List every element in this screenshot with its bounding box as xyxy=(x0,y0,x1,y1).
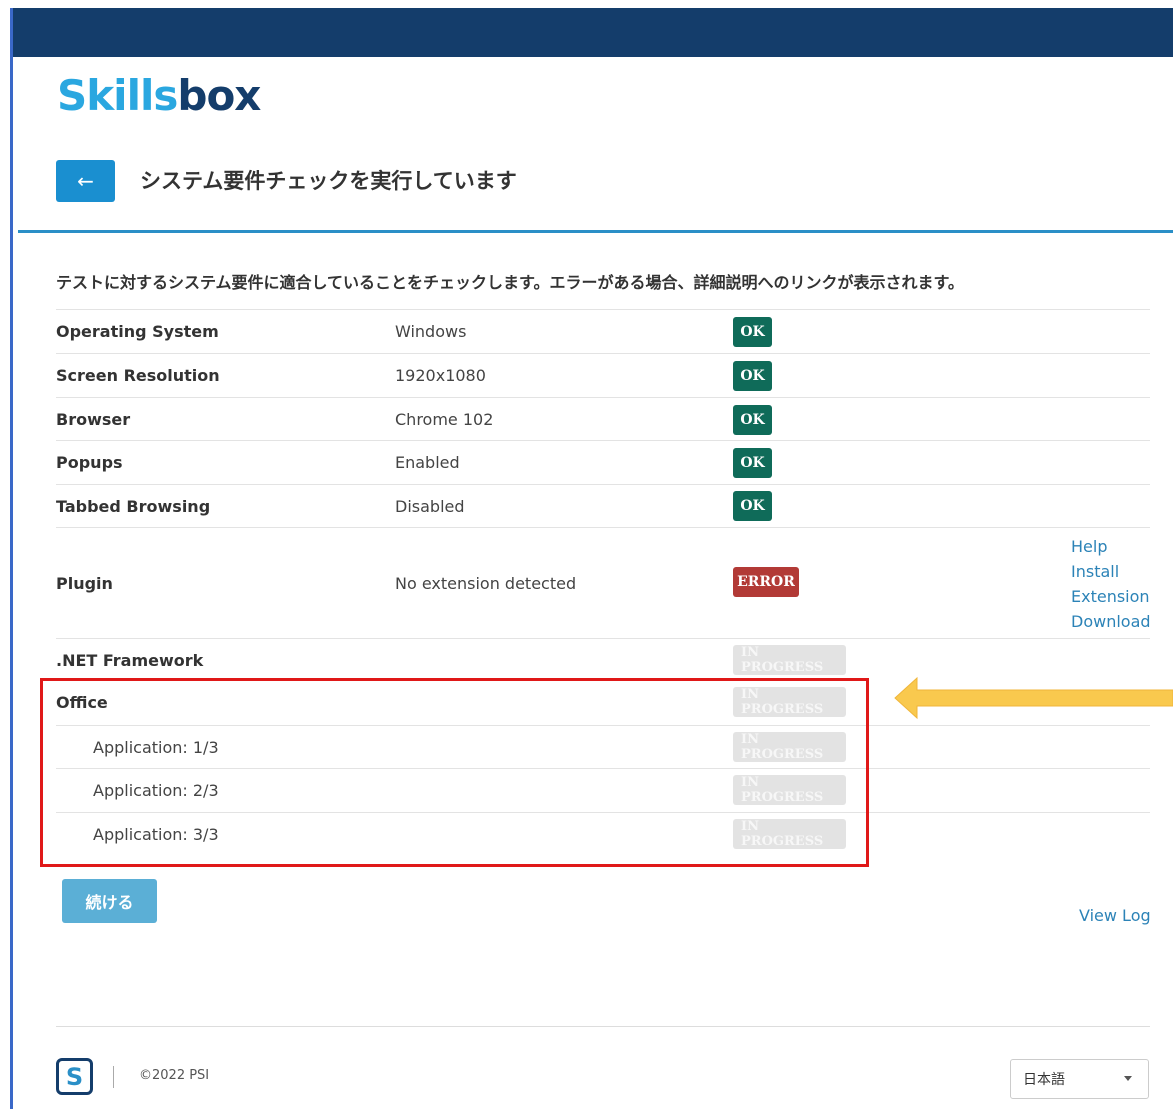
status-badge-ok: OK xyxy=(733,448,772,478)
highlight-box xyxy=(40,678,869,867)
help-link[interactable]: Help xyxy=(1071,534,1151,559)
language-select[interactable]: 日本語 xyxy=(1010,1059,1149,1099)
check-name: .NET Framework xyxy=(56,651,204,670)
window-edge xyxy=(10,8,13,1109)
extension-link[interactable]: Extension xyxy=(1071,584,1151,609)
check-name: Plugin xyxy=(56,574,113,593)
check-value: No extension detected xyxy=(395,574,577,593)
footer-divider xyxy=(56,1026,1150,1027)
download-link[interactable]: Download xyxy=(1071,609,1151,634)
continue-button[interactable]: 続ける xyxy=(62,879,157,923)
psi-logo-icon: S xyxy=(56,1058,93,1095)
title-divider xyxy=(18,230,1173,233)
page-title: システム要件チェックを実行しています xyxy=(140,169,517,193)
footer-separator xyxy=(113,1066,114,1088)
check-row-plugin: Plugin No extension detected ERROR Help … xyxy=(56,527,1151,638)
check-name: Popups xyxy=(56,453,123,472)
status-badge-ok: OK xyxy=(733,491,772,521)
check-row-popups: Popups Enabled OK xyxy=(56,440,1150,484)
arrow-left-icon: ← xyxy=(77,169,94,193)
status-badge-ok: OK xyxy=(733,405,772,435)
skillsbox-logo: Skillsbox xyxy=(57,71,261,120)
status-badge-ok: OK xyxy=(733,361,772,391)
back-button[interactable]: ← xyxy=(56,160,115,202)
status-badge-error: ERROR xyxy=(733,567,799,597)
status-badge-ok: OK xyxy=(733,317,772,347)
check-value: Disabled xyxy=(395,497,465,516)
copyright-text: ©2022 PSI xyxy=(139,1068,210,1083)
check-value: Enabled xyxy=(395,453,460,472)
check-row-screen-resolution: Screen Resolution 1920x1080 OK xyxy=(56,353,1150,397)
check-value: 1920x1080 xyxy=(395,366,486,385)
language-value: 日本語 xyxy=(1023,1072,1065,1088)
plugin-help-links: Help Install Extension Download xyxy=(1071,534,1151,634)
arrow-left-icon xyxy=(894,676,1173,720)
check-row-dotnet: .NET Framework IN PROGRESS xyxy=(56,638,1150,681)
install-link[interactable]: Install xyxy=(1071,559,1151,584)
check-row-operating-system: Operating System Windows OK xyxy=(56,309,1150,353)
check-value: Chrome 102 xyxy=(395,410,494,429)
check-name: Tabbed Browsing xyxy=(56,497,211,516)
check-row-browser: Browser Chrome 102 OK xyxy=(56,397,1150,441)
intro-text: テストに対するシステム要件に適合していることをチェックします。エラーがある場合、… xyxy=(56,273,964,292)
check-name: Screen Resolution xyxy=(56,366,220,385)
check-row-tabbed-browsing: Tabbed Browsing Disabled OK xyxy=(56,484,1150,528)
check-value: Windows xyxy=(395,322,467,341)
view-log-link[interactable]: View Log xyxy=(1079,906,1151,925)
status-badge-in-progress: IN PROGRESS xyxy=(733,645,846,675)
check-name: Operating System xyxy=(56,322,219,341)
top-bar xyxy=(13,8,1173,57)
check-name: Browser xyxy=(56,410,131,429)
chevron-down-icon xyxy=(1124,1076,1132,1081)
